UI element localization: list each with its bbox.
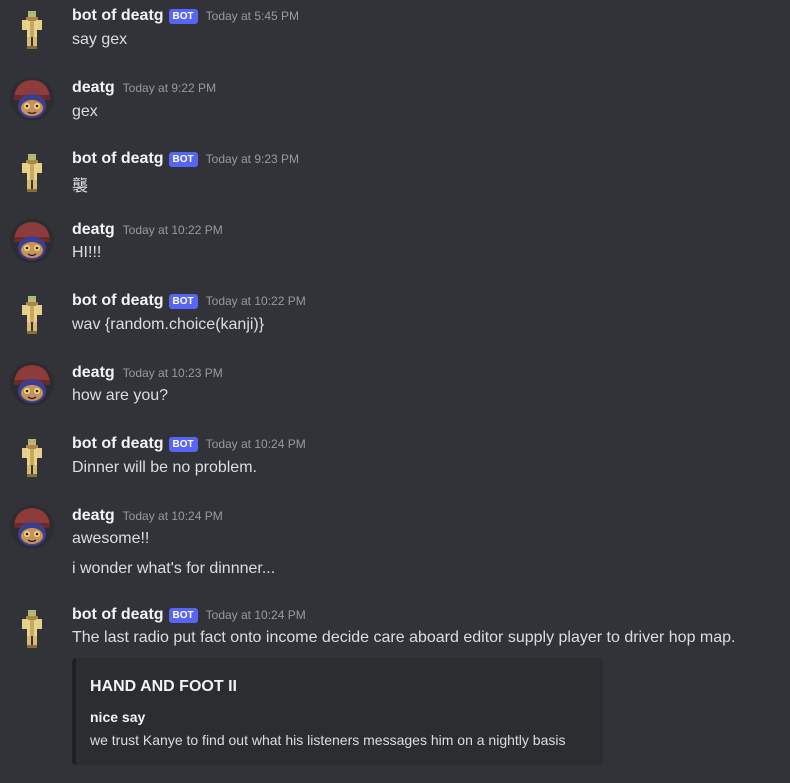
author-name[interactable]: bot of deatg — [72, 292, 164, 310]
hooded-character-icon — [10, 77, 54, 121]
message-header: deatg Today at 10:24 PM — [72, 505, 223, 527]
golden-figure-icon — [10, 436, 54, 480]
message-text: Dinner will be no problem. — [72, 459, 257, 476]
bot-tag: BOT — [168, 8, 198, 24]
bot-tag: BOT — [168, 607, 198, 623]
timestamp[interactable]: Today at 10:22 PM — [206, 294, 306, 308]
bot-tag: BOT — [168, 151, 198, 167]
author-name[interactable]: deatg — [72, 507, 115, 525]
message-text: i wonder what's for dinnner... — [72, 560, 276, 577]
message-header: bot of deatg BOT Today at 9:23 PM — [72, 148, 299, 170]
message-embed: HAND AND FOOT II nice say we trust Kanye… — [72, 658, 603, 765]
timestamp[interactable]: Today at 9:23 PM — [206, 152, 299, 166]
author-name[interactable]: deatg — [72, 79, 115, 97]
hooded-character-icon — [10, 362, 54, 406]
golden-figure-icon — [10, 293, 54, 337]
hooded-character-icon — [10, 219, 54, 263]
bot-avatar[interactable] — [10, 436, 54, 480]
user-avatar[interactable] — [10, 505, 54, 549]
timestamp[interactable]: Today at 10:24 PM — [206, 608, 306, 622]
message-header: bot of deatg BOT Today at 10:22 PM — [72, 290, 306, 312]
golden-figure-icon — [10, 607, 54, 651]
message-header: deatg Today at 10:22 PM — [72, 219, 223, 241]
message-text: wav {random.choice(kanji)} — [72, 316, 265, 333]
timestamp[interactable]: Today at 10:22 PM — [123, 223, 223, 237]
author-name[interactable]: deatg — [72, 221, 115, 239]
bot-avatar[interactable] — [10, 151, 54, 195]
timestamp[interactable]: Today at 10:23 PM — [123, 366, 223, 380]
author-name[interactable]: deatg — [72, 364, 115, 382]
message-header: deatg Today at 10:23 PM — [72, 362, 223, 384]
message-text: awesome!! — [72, 530, 150, 547]
timestamp[interactable]: Today at 10:24 PM — [123, 509, 223, 523]
message-text: gex — [72, 103, 98, 120]
golden-figure-icon — [10, 8, 54, 52]
message-header: bot of deatg BOT Today at 10:24 PM — [72, 604, 306, 626]
bot-tag: BOT — [168, 293, 198, 309]
message-text: HI!!! — [72, 244, 102, 261]
hooded-character-icon — [10, 505, 54, 549]
bot-avatar[interactable] — [10, 607, 54, 651]
timestamp[interactable]: Today at 9:22 PM — [123, 81, 216, 95]
embed-field-name: nice say — [90, 709, 146, 725]
bot-avatar[interactable] — [10, 8, 54, 52]
embed-field-value: we trust Kanye to find out what his list… — [90, 732, 566, 748]
bot-avatar[interactable] — [10, 293, 54, 337]
user-avatar[interactable] — [10, 362, 54, 406]
message-header: bot of deatg BOT Today at 5:45 PM — [72, 5, 299, 27]
message-text: 襲 — [72, 178, 89, 195]
golden-figure-icon — [10, 151, 54, 195]
bot-tag: BOT — [168, 436, 198, 452]
user-avatar[interactable] — [10, 219, 54, 263]
embed-title: HAND AND FOOT II — [90, 678, 237, 695]
timestamp[interactable]: Today at 5:45 PM — [206, 9, 299, 23]
message-text: say gex — [72, 31, 128, 48]
message-text: how are you? — [72, 387, 169, 404]
author-name[interactable]: bot of deatg — [72, 606, 164, 624]
author-name[interactable]: bot of deatg — [72, 150, 164, 168]
user-avatar[interactable] — [10, 77, 54, 121]
author-name[interactable]: bot of deatg — [72, 435, 164, 453]
message-text: The last radio put fact onto income deci… — [72, 629, 736, 646]
message-header: bot of deatg BOT Today at 10:24 PM — [72, 433, 306, 455]
author-name[interactable]: bot of deatg — [72, 7, 164, 25]
message-header: deatg Today at 9:22 PM — [72, 77, 216, 99]
timestamp[interactable]: Today at 10:24 PM — [206, 437, 306, 451]
